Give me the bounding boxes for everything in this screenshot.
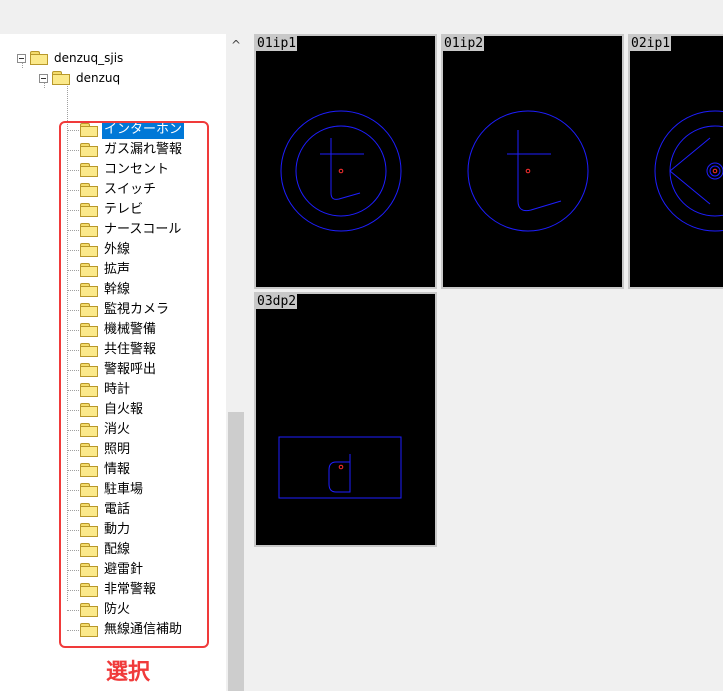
scroll-up-arrow-icon[interactable]: ^	[226, 34, 246, 56]
symbol-thumbnail[interactable]: 02ip1	[628, 34, 723, 289]
collapse-icon[interactable]	[17, 53, 26, 63]
symbol-drawing	[278, 436, 402, 499]
window-top-bar	[0, 0, 723, 34]
symbol-thumbnail[interactable]: 01ip2	[441, 34, 624, 289]
symbol-drawing	[467, 110, 589, 232]
collapse-icon[interactable]	[39, 73, 48, 83]
folder-icon	[52, 71, 70, 85]
scrollbar-thumb[interactable]	[228, 412, 244, 691]
folder-icon	[30, 51, 48, 65]
symbol-drawing	[280, 110, 402, 232]
folder-tree-pane: denzuq_sjis denzuq インターホン ガス漏れ警報 コンセント スイッチ…	[0, 34, 226, 691]
tree-node-root[interactable]: denzuq_sjis	[17, 48, 125, 68]
thumbnail-caption: 01ip2	[443, 36, 485, 51]
selection-caption: 選択	[106, 660, 151, 685]
tree-node-label: denzuq_sjis	[54, 51, 124, 65]
tree-node-denzuq[interactable]: denzuq	[39, 68, 122, 88]
symbol-drawing	[654, 110, 723, 232]
symbol-thumbnail[interactable]: 03dp2	[254, 292, 437, 547]
tree-scrollbar[interactable]: ^	[226, 34, 246, 691]
tree-node-label: denzuq	[76, 71, 121, 85]
symbol-preview-pane: 01ip1 01ip2 02ip1 03dp2	[254, 34, 723, 691]
thumbnail-caption: 02ip1	[630, 36, 672, 51]
symbol-thumbnail[interactable]: 01ip1	[254, 34, 437, 289]
thumbnail-caption: 01ip1	[256, 36, 298, 51]
pane-splitter[interactable]	[246, 34, 254, 691]
selection-highlight-box	[59, 121, 209, 648]
thumbnail-caption: 03dp2	[256, 294, 298, 309]
